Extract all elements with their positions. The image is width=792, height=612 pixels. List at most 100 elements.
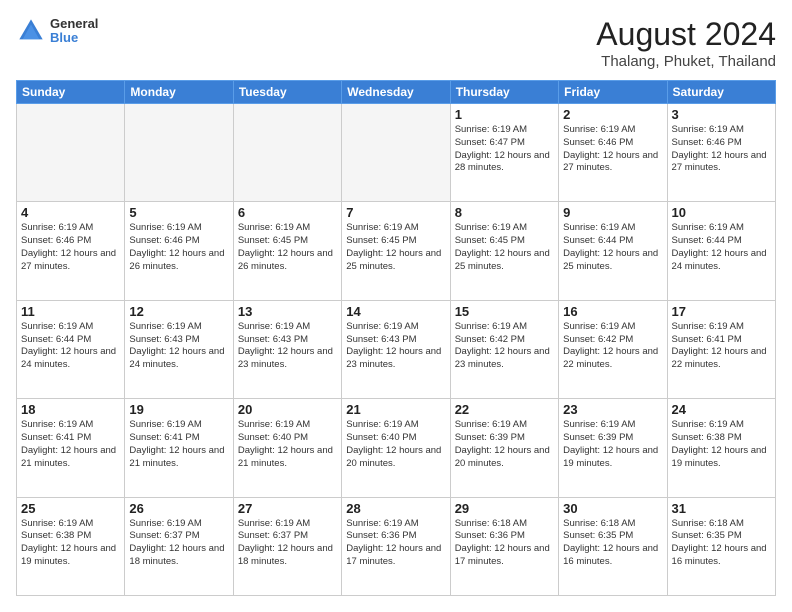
day-info: Sunrise: 6:19 AM Sunset: 6:43 PM Dayligh…	[129, 321, 228, 372]
day-info: Sunrise: 6:19 AM Sunset: 6:46 PM Dayligh…	[563, 124, 662, 175]
day-info: Sunrise: 6:19 AM Sunset: 6:44 PM Dayligh…	[672, 222, 771, 273]
calendar-cell: 9Sunrise: 6:19 AM Sunset: 6:44 PM Daylig…	[559, 202, 667, 300]
day-number: 22	[455, 402, 554, 417]
calendar-cell	[17, 104, 125, 202]
day-info: Sunrise: 6:19 AM Sunset: 6:45 PM Dayligh…	[238, 222, 337, 273]
weekday-header: Wednesday	[342, 81, 450, 104]
day-number: 10	[672, 205, 771, 220]
day-info: Sunrise: 6:19 AM Sunset: 6:45 PM Dayligh…	[346, 222, 445, 273]
logo-line1: General	[50, 17, 98, 31]
calendar-cell: 14Sunrise: 6:19 AM Sunset: 6:43 PM Dayli…	[342, 300, 450, 398]
calendar-cell: 10 Sunrise: 6:19 AM Sunset: 6:44 PM Dayli…	[667, 202, 775, 300]
calendar-cell: 29 Sunrise: 6:18 AM Sunset: 6:36 PM Dayli…	[450, 497, 558, 595]
day-number: 13	[238, 304, 337, 319]
day-number: 1	[455, 107, 554, 122]
day-number: 24	[672, 402, 771, 417]
day-number: 2	[563, 107, 662, 122]
logo-icon	[16, 16, 46, 46]
day-info: Sunrise: 6:19 AM Sunset: 6:42 PM Dayligh…	[563, 321, 662, 372]
calendar-cell: 1 Sunrise: 6:19 AM Sunset: 6:47 PM Daylig…	[450, 104, 558, 202]
weekday-header: Saturday	[667, 81, 775, 104]
day-info: Sunrise: 6:19 AM Sunset: 6:39 PM Dayligh…	[563, 419, 662, 470]
calendar-cell: 24Sunrise: 6:19 AM Sunset: 6:38 PM Dayli…	[667, 399, 775, 497]
day-info: Sunrise: 6:18 AM Sunset: 6:35 PM Dayligh…	[672, 518, 771, 569]
day-number: 25	[21, 501, 120, 516]
calendar-cell: 4 Sunrise: 6:19 AM Sunset: 6:46 PM Daylig…	[17, 202, 125, 300]
day-info: Sunrise: 6:19 AM Sunset: 6:44 PM Dayligh…	[21, 321, 120, 372]
calendar-table: SundayMondayTuesdayWednesdayThursdayFrid…	[16, 80, 776, 596]
calendar-week-row: 25 Sunrise: 6:19 AM Sunset: 6:38 PM Dayli…	[17, 497, 776, 595]
day-info: Sunrise: 6:19 AM Sunset: 6:39 PM Dayligh…	[455, 419, 554, 470]
calendar-cell: 13 Sunrise: 6:19 AM Sunset: 6:43 PM Dayli…	[233, 300, 341, 398]
day-number: 6	[238, 205, 337, 220]
calendar-cell: 15 Sunrise: 6:19 AM Sunset: 6:42 PM Dayli…	[450, 300, 558, 398]
calendar-cell: 28 Sunrise: 6:19 AM Sunset: 6:36 PM Dayli…	[342, 497, 450, 595]
day-info: Sunrise: 6:18 AM Sunset: 6:35 PM Dayligh…	[563, 518, 662, 569]
calendar-cell: 20 Sunrise: 6:19 AM Sunset: 6:40 PM Dayli…	[233, 399, 341, 497]
day-info: Sunrise: 6:19 AM Sunset: 6:37 PM Dayligh…	[238, 518, 337, 569]
logo-line2: Blue	[50, 31, 98, 45]
day-number: 12	[129, 304, 228, 319]
day-number: 30	[563, 501, 662, 516]
header: General Blue August 2024 Thalang, Phuket…	[16, 16, 776, 70]
day-number: 15	[455, 304, 554, 319]
day-number: 16	[563, 304, 662, 319]
day-info: Sunrise: 6:19 AM Sunset: 6:42 PM Dayligh…	[455, 321, 554, 372]
day-info: Sunrise: 6:19 AM Sunset: 6:37 PM Dayligh…	[129, 518, 228, 569]
weekday-header: Monday	[125, 81, 233, 104]
calendar-cell: 26 Sunrise: 6:19 AM Sunset: 6:37 PM Dayli…	[125, 497, 233, 595]
day-number: 26	[129, 501, 228, 516]
calendar-week-row: 18Sunrise: 6:19 AM Sunset: 6:41 PM Dayli…	[17, 399, 776, 497]
day-info: Sunrise: 6:18 AM Sunset: 6:36 PM Dayligh…	[455, 518, 554, 569]
day-number: 28	[346, 501, 445, 516]
day-number: 3	[672, 107, 771, 122]
day-info: Sunrise: 6:19 AM Sunset: 6:38 PM Dayligh…	[21, 518, 120, 569]
calendar-cell: 22 Sunrise: 6:19 AM Sunset: 6:39 PM Dayli…	[450, 399, 558, 497]
calendar-cell: 19Sunrise: 6:19 AM Sunset: 6:41 PM Dayli…	[125, 399, 233, 497]
day-info: Sunrise: 6:19 AM Sunset: 6:40 PM Dayligh…	[238, 419, 337, 470]
day-info: Sunrise: 6:19 AM Sunset: 6:43 PM Dayligh…	[238, 321, 337, 372]
calendar-cell: 7Sunrise: 6:19 AM Sunset: 6:45 PM Daylig…	[342, 202, 450, 300]
calendar-cell: 11 Sunrise: 6:19 AM Sunset: 6:44 PM Dayli…	[17, 300, 125, 398]
calendar-cell: 6 Sunrise: 6:19 AM Sunset: 6:45 PM Daylig…	[233, 202, 341, 300]
title-block: August 2024 Thalang, Phuket, Thailand	[596, 16, 776, 70]
day-number: 20	[238, 402, 337, 417]
calendar-cell: 17 Sunrise: 6:19 AM Sunset: 6:41 PM Dayli…	[667, 300, 775, 398]
day-number: 4	[21, 205, 120, 220]
day-number: 8	[455, 205, 554, 220]
calendar-cell: 5Sunrise: 6:19 AM Sunset: 6:46 PM Daylig…	[125, 202, 233, 300]
calendar-week-row: 4 Sunrise: 6:19 AM Sunset: 6:46 PM Daylig…	[17, 202, 776, 300]
calendar-cell: 30 Sunrise: 6:18 AM Sunset: 6:35 PM Dayli…	[559, 497, 667, 595]
calendar-cell: 3 Sunrise: 6:19 AM Sunset: 6:46 PM Daylig…	[667, 104, 775, 202]
weekday-header: Friday	[559, 81, 667, 104]
calendar-cell: 27 Sunrise: 6:19 AM Sunset: 6:37 PM Dayli…	[233, 497, 341, 595]
day-info: Sunrise: 6:19 AM Sunset: 6:41 PM Dayligh…	[672, 321, 771, 372]
logo: General Blue	[16, 16, 98, 46]
day-number: 23	[563, 402, 662, 417]
calendar-cell: 8Sunrise: 6:19 AM Sunset: 6:45 PM Daylig…	[450, 202, 558, 300]
page: General Blue August 2024 Thalang, Phuket…	[0, 0, 792, 612]
calendar-cell: 12 Sunrise: 6:19 AM Sunset: 6:43 PM Dayli…	[125, 300, 233, 398]
calendar-cell: 23 Sunrise: 6:19 AM Sunset: 6:39 PM Dayli…	[559, 399, 667, 497]
day-number: 11	[21, 304, 120, 319]
weekday-header: Tuesday	[233, 81, 341, 104]
day-info: Sunrise: 6:19 AM Sunset: 6:46 PM Dayligh…	[672, 124, 771, 175]
day-info: Sunrise: 6:19 AM Sunset: 6:41 PM Dayligh…	[21, 419, 120, 470]
day-info: Sunrise: 6:19 AM Sunset: 6:46 PM Dayligh…	[21, 222, 120, 273]
calendar-cell	[233, 104, 341, 202]
weekday-header: Sunday	[17, 81, 125, 104]
logo-text: General Blue	[50, 17, 98, 46]
day-number: 27	[238, 501, 337, 516]
day-info: Sunrise: 6:19 AM Sunset: 6:47 PM Dayligh…	[455, 124, 554, 175]
calendar-week-row: 1 Sunrise: 6:19 AM Sunset: 6:47 PM Daylig…	[17, 104, 776, 202]
day-number: 17	[672, 304, 771, 319]
day-info: Sunrise: 6:19 AM Sunset: 6:43 PM Dayligh…	[346, 321, 445, 372]
month-year: August 2024	[596, 16, 776, 53]
calendar-cell: 21Sunrise: 6:19 AM Sunset: 6:40 PM Dayli…	[342, 399, 450, 497]
day-info: Sunrise: 6:19 AM Sunset: 6:36 PM Dayligh…	[346, 518, 445, 569]
day-number: 29	[455, 501, 554, 516]
day-number: 19	[129, 402, 228, 417]
day-number: 9	[563, 205, 662, 220]
calendar-cell: 25 Sunrise: 6:19 AM Sunset: 6:38 PM Dayli…	[17, 497, 125, 595]
day-info: Sunrise: 6:19 AM Sunset: 6:40 PM Dayligh…	[346, 419, 445, 470]
